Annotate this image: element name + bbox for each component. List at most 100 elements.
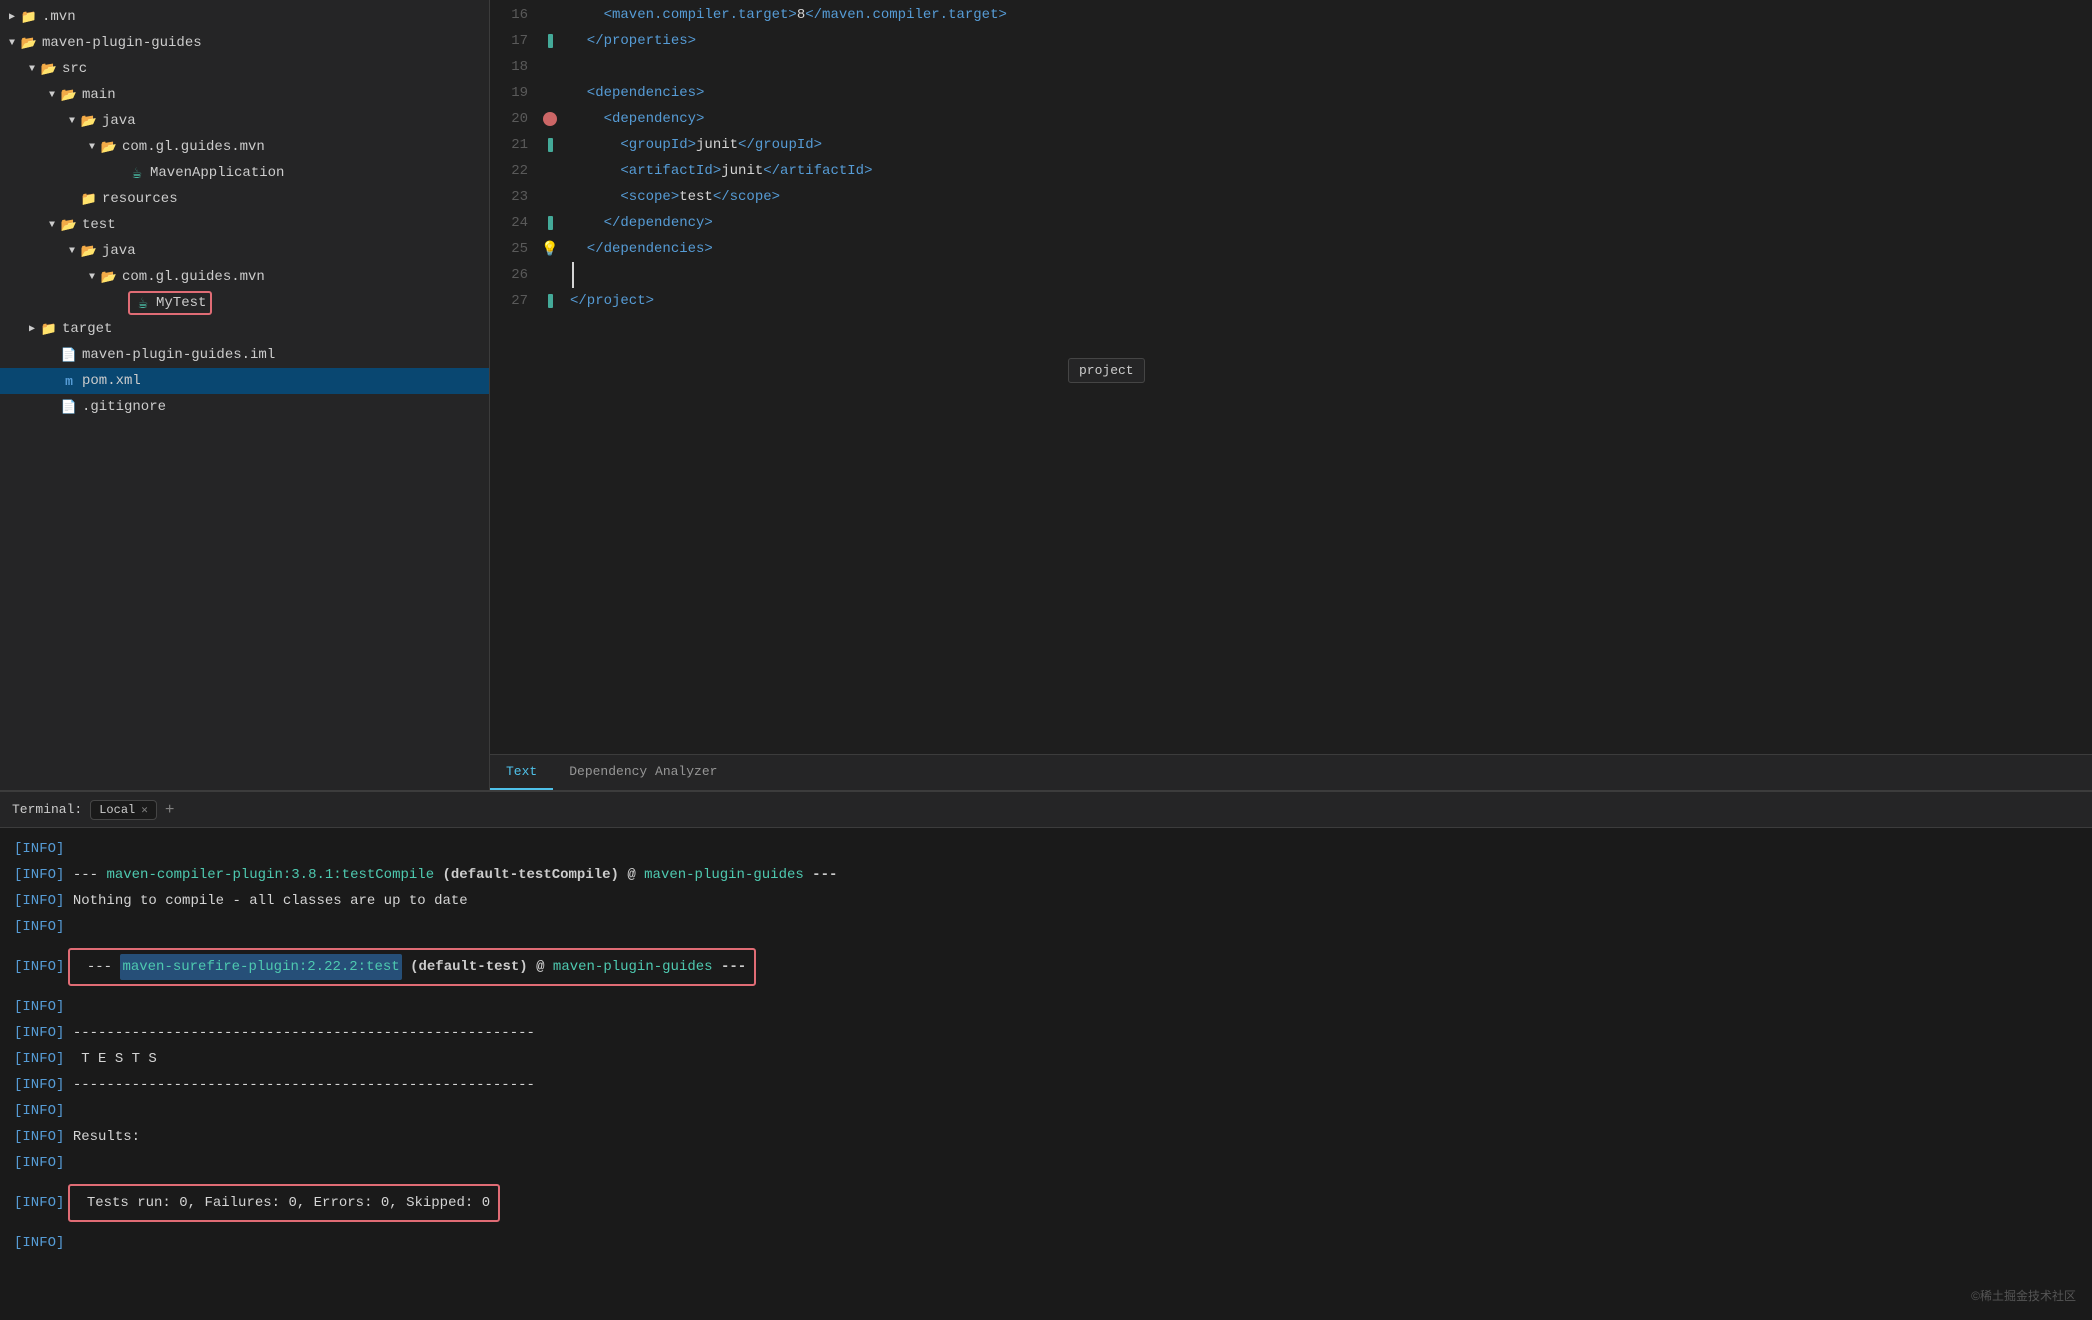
label-java: java: [102, 113, 136, 129]
tree-item-maven-application[interactable]: ☕ MavenApplication: [0, 160, 489, 186]
tree-item-mvn[interactable]: ▶ 📁 .mvn: [0, 4, 489, 30]
folder-icon-target: 📁: [40, 320, 58, 338]
tree-item-pom-xml[interactable]: m pom.xml: [0, 368, 489, 394]
tooltip-project: project: [1068, 358, 1145, 383]
tab-text[interactable]: Text: [490, 754, 553, 790]
terminal-tab-local[interactable]: Local ✕: [90, 800, 157, 820]
arrow-java: ▼: [64, 116, 80, 127]
code-line-20: <dependency>: [570, 106, 2092, 132]
terminal-line-1: [INFO]: [14, 836, 2078, 862]
file-tree: ▶ 📁 .mvn ▼ 📂 maven-plugin-guides ▼ 📂 src…: [0, 0, 490, 790]
label-maven-application: MavenApplication: [150, 165, 284, 181]
tree-item-main[interactable]: ▼ 📂 main: [0, 82, 489, 108]
terminal-line-results: [INFO] Results:: [14, 1124, 2078, 1150]
arrow-test: ▼: [44, 220, 60, 231]
tree-item-test[interactable]: ▼ 📂 test: [0, 212, 489, 238]
arrow-java-test: ▼: [64, 246, 80, 257]
terminal-content[interactable]: [INFO] [INFO] --- maven-compiler-plugin:…: [0, 828, 2092, 1320]
label-src: src: [62, 61, 87, 77]
tree-item-mytest[interactable]: ☕ MyTest: [0, 290, 489, 316]
tree-item-resources[interactable]: 📁 resources: [0, 186, 489, 212]
code-line-22: <artifactId>junit</artifactId>: [570, 158, 2092, 184]
folder-icon-com-gl2: 📂: [100, 268, 118, 286]
label-java-test: java: [102, 243, 136, 259]
folder-icon-com-gl: 📂: [100, 138, 118, 156]
terminal-result-box: [INFO] Tests run: 0, Failures: 0, Errors…: [14, 1180, 2078, 1226]
arrow-target: ▶: [24, 323, 40, 335]
folder-icon-resources: 📁: [80, 190, 98, 208]
terminal-area: Terminal: Local ✕ + [INFO] [INFO] --- ma…: [0, 790, 2092, 1320]
terminal-line-sep2: [INFO] ---------------------------------…: [14, 1072, 2078, 1098]
folder-icon-main: 📂: [60, 86, 78, 104]
terminal-line-empty1: [INFO]: [14, 914, 2078, 940]
folder-icon-test: 📂: [60, 216, 78, 234]
terminal-line-empty3: [INFO]: [14, 1098, 2078, 1124]
java-icon-maven-application: ☕: [128, 164, 146, 182]
arrow-main: ▼: [44, 90, 60, 101]
tree-item-iml[interactable]: 📄 maven-plugin-guides.iml: [0, 342, 489, 368]
tree-item-gitignore[interactable]: 📄 .gitignore: [0, 394, 489, 420]
tree-item-target[interactable]: ▶ 📁 target: [0, 316, 489, 342]
terminal-line-compiler: [INFO] --- maven-compiler-plugin:3.8.1:t…: [14, 862, 2078, 888]
label-mvn: .mvn: [42, 9, 76, 25]
code-line-27: </project>: [570, 288, 2092, 314]
editor-tab-bar: Text Dependency Analyzer: [490, 754, 2092, 790]
xml-icon-pom: m: [60, 372, 78, 390]
label-com-gl2: com.gl.guides.mvn: [122, 269, 265, 285]
code-line-17: </properties>: [570, 28, 2092, 54]
tree-item-com-gl2[interactable]: ▼ 📂 com.gl.guides.mvn: [0, 264, 489, 290]
arrow-src: ▼: [24, 64, 40, 75]
editor-area: 16 17 18 19 20 21 22 23 24 25 26 27: [490, 0, 2092, 790]
arrow-com-gl: ▼: [84, 142, 100, 153]
tree-item-java-test[interactable]: ▼ 📂 java: [0, 238, 489, 264]
gitignore-icon: 📄: [60, 398, 78, 416]
folder-icon-java-test: 📂: [80, 242, 98, 260]
tree-item-com-gl[interactable]: ▼ 📂 com.gl.guides.mvn: [0, 134, 489, 160]
tree-item-java[interactable]: ▼ 📂 java: [0, 108, 489, 134]
code-line-26: [570, 262, 2092, 288]
terminal-line-sep1: [INFO] ---------------------------------…: [14, 1020, 2078, 1046]
folder-icon-src: 📂: [40, 60, 58, 78]
terminal-surefire-box: [INFO] --- maven-surefire-plugin:2.22.2:…: [14, 944, 2078, 990]
terminal-add-button[interactable]: +: [165, 801, 175, 819]
code-line-19: <dependencies>: [570, 80, 2092, 106]
mytest-highlight-box: ☕ MyTest: [128, 291, 212, 315]
tree-item-src[interactable]: ▼ 📂 src: [0, 56, 489, 82]
java-icon-mytest: ☕: [134, 294, 152, 312]
label-test: test: [82, 217, 116, 233]
terminal-header: Terminal: Local ✕ +: [0, 792, 2092, 828]
label-iml: maven-plugin-guides.iml: [82, 347, 275, 363]
folder-icon-mvn: 📁: [20, 8, 38, 26]
terminal-title: Terminal:: [12, 802, 82, 817]
code-line-16: <maven.compiler.target>8</maven.compiler…: [570, 2, 2092, 28]
label-maven-plugin-guides: maven-plugin-guides: [42, 35, 202, 51]
code-line-21: <groupId>junit</groupId>: [570, 132, 2092, 158]
terminal-line-nothing: [INFO] Nothing to compile - all classes …: [14, 888, 2078, 914]
code-line-23: <scope>test</scope>: [570, 184, 2092, 210]
terminal-line-empty4: [INFO]: [14, 1150, 2078, 1176]
label-pom-xml: pom.xml: [82, 373, 141, 389]
tree-item-maven-plugin-guides[interactable]: ▼ 📂 maven-plugin-guides: [0, 30, 489, 56]
label-mytest: MyTest: [156, 295, 206, 311]
terminal-line-empty2: [INFO]: [14, 994, 2078, 1020]
label-com-gl: com.gl.guides.mvn: [122, 139, 265, 155]
label-resources: resources: [102, 191, 178, 207]
terminal-close-icon[interactable]: ✕: [141, 803, 148, 817]
line-numbers: 16 17 18 19 20 21 22 23 24 25 26 27: [490, 0, 540, 754]
tab-dependency-analyzer[interactable]: Dependency Analyzer: [553, 754, 733, 790]
terminal-line-tests: [INFO] T E S T S: [14, 1046, 2078, 1072]
label-target: target: [62, 321, 112, 337]
label-main: main: [82, 87, 116, 103]
arrow-maven-plugin-guides: ▼: [4, 38, 20, 49]
gutter: 💡: [540, 0, 560, 754]
terminal-line-empty5: [INFO]: [14, 1230, 2078, 1256]
folder-icon-maven-plugin-guides: 📂: [20, 34, 38, 52]
watermark: ©稀土掘金技术社区: [1971, 1287, 2076, 1304]
terminal-tab-label: Local: [99, 803, 135, 817]
folder-icon-java: 📂: [80, 112, 98, 130]
code-line-24: </dependency>: [570, 210, 2092, 236]
code-line-25: </dependencies>: [570, 236, 2092, 262]
arrow-com-gl2: ▼: [84, 272, 100, 283]
code-editor[interactable]: <maven.compiler.target>8</maven.compiler…: [560, 0, 2092, 754]
code-line-18: [570, 54, 2092, 80]
